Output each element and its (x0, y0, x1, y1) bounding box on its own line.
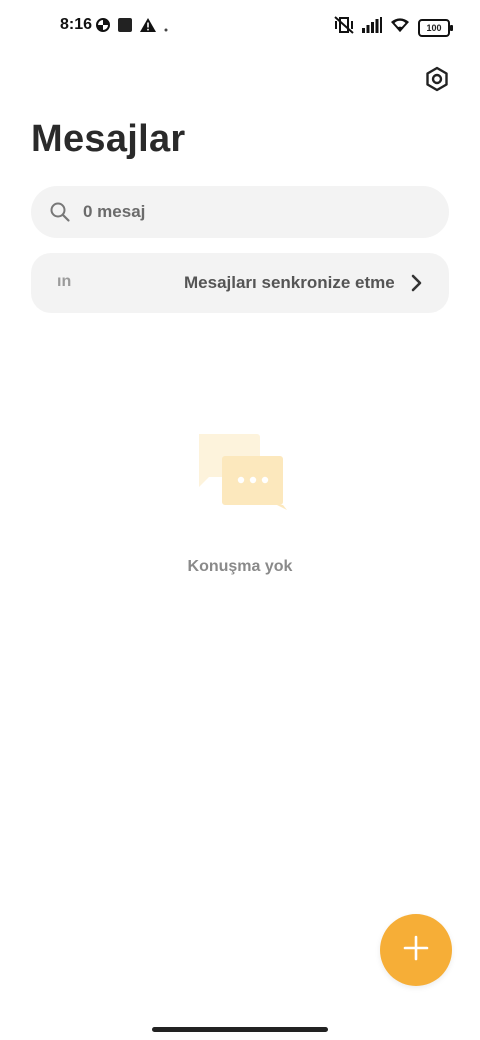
home-indicator[interactable] (152, 1027, 328, 1032)
chat-bubbles-icon (195, 432, 287, 514)
settings-hexagon-icon (424, 66, 450, 97)
search-icon (49, 201, 71, 223)
search-bar[interactable] (31, 186, 449, 238)
status-right-icons: 100 (334, 16, 453, 39)
square-notification-icon (118, 18, 132, 37)
data-saver-icon (96, 18, 110, 37)
messages-screen: 8:16 100 Mesajlar 0 mesaj ın Mesajları s… (0, 0, 480, 1040)
plus-icon (402, 934, 430, 967)
settings-button[interactable] (422, 66, 452, 96)
battery-indicator: 100 (418, 18, 453, 37)
status-left-icons (96, 18, 168, 37)
status-time: 8:16 (60, 16, 93, 33)
signal-icon (362, 17, 382, 38)
search-input[interactable] (81, 201, 405, 223)
page-title: Mesajlar (31, 118, 186, 160)
status-bar: 8:16 100 (0, 0, 480, 56)
empty-state-text: Konuşma yok (187, 558, 293, 575)
sync-messages-banner[interactable]: ın Mesajları senkronize etmek (31, 253, 449, 313)
new-message-button[interactable] (380, 914, 452, 986)
chevron-right-icon (409, 273, 425, 293)
vibrate-silent-icon (334, 16, 354, 39)
dot-icon (164, 19, 168, 37)
warning-icon (140, 18, 156, 37)
banner-text: Mesajları senkronize etmek (184, 273, 394, 292)
wifi-icon (390, 17, 410, 38)
banner-scrolling-fragment: ın (57, 273, 72, 290)
